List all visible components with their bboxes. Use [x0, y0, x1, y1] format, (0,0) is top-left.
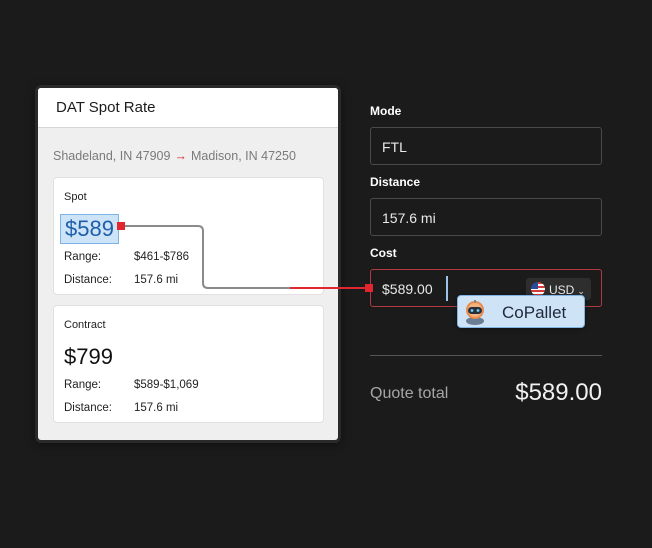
- copallet-label: CoPallet: [502, 303, 567, 322]
- spot-rate-box: Spot $589 Range: $461-$786 Distance: 157.6…: [53, 177, 324, 295]
- route: Shadeland, IN 47909 → Madison, IN 47250: [53, 149, 296, 163]
- contract-price[interactable]: $799: [64, 344, 113, 370]
- contract-distance-row: Distance: 157.6 mi: [64, 402, 178, 414]
- contract-label: Contract: [64, 319, 106, 331]
- mode-field[interactable]: FTL: [370, 127, 602, 165]
- stage: DAT Spot Rate Shadeland, IN 47909 → Madiso…: [0, 0, 652, 548]
- contract-distance-label: Distance:: [64, 402, 112, 414]
- dat-spot-rate-card: DAT Spot Rate Shadeland, IN 47909 → Madiso…: [35, 85, 341, 443]
- cost-label: Cost: [370, 246, 397, 260]
- spot-label: Spot: [64, 191, 87, 203]
- spot-range-label: Range:: [64, 251, 102, 263]
- route-arrow-icon: →: [174, 149, 187, 163]
- contract-rate-box: Contract $799 Range: $589-$1,069 Distance…: [53, 305, 324, 423]
- quote-total-value: $589.00: [515, 379, 602, 406]
- spot-distance-row: Distance: 157.6 mi: [64, 274, 178, 286]
- us-flag-icon: [531, 282, 545, 296]
- route-origin: Shadeland, IN 47909: [53, 149, 171, 163]
- text-caret: [446, 276, 448, 301]
- contract-range-label: Range:: [64, 379, 102, 391]
- spot-distance-label: Distance:: [64, 274, 112, 286]
- spot-distance-value: 157.6 mi: [134, 274, 179, 286]
- route-destination: Madison, IN 47250: [190, 149, 296, 163]
- contract-range-row: Range: $589-$1,069: [64, 379, 199, 391]
- contract-distance-value: 157.6 mi: [134, 402, 179, 414]
- spot-price[interactable]: $589: [60, 214, 119, 244]
- robot-avatar-icon: [466, 300, 484, 325]
- mode-label: Mode: [370, 104, 402, 118]
- divider: [370, 355, 602, 356]
- spot-range-value: $461-$786: [134, 251, 189, 263]
- distance-label: Distance: [370, 175, 421, 189]
- quote-total-label: Quote total: [370, 385, 449, 402]
- spot-range-row: Range: $461-$786: [64, 251, 189, 263]
- contract-range-value: $589-$1,069: [134, 379, 199, 391]
- card-title: DAT Spot Rate: [38, 88, 338, 128]
- cost-value: $589.00: [382, 281, 433, 297]
- distance-field[interactable]: 157.6 mi: [370, 198, 602, 236]
- copallet-badge: CoPallet: [457, 295, 585, 328]
